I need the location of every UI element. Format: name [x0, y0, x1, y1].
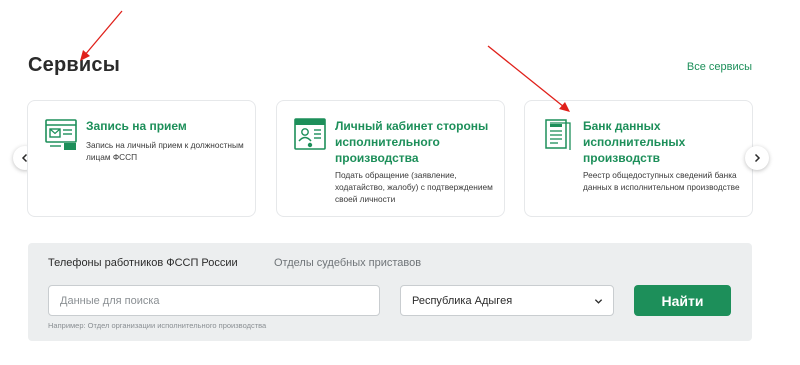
personal-cabinet-icon — [294, 118, 326, 150]
card-title: Личный кабинет стороны исполнительного п… — [335, 119, 489, 165]
search-hint: Например: Отдел организации исполнительн… — [48, 321, 267, 330]
chevron-right-icon — [754, 153, 761, 163]
service-card-database[interactable]: Банк данных исполнительных производств Р… — [524, 100, 753, 217]
carousel-next-button[interactable] — [745, 146, 769, 170]
database-document-icon — [545, 119, 571, 150]
card-title: Банк данных исполнительных производств — [583, 119, 686, 165]
card-description: Подать обращение (заявление, ходатайство… — [335, 170, 493, 204]
card-description: Запись на личный прием к должностным лиц… — [86, 140, 244, 162]
region-select[interactable]: Республика Адыгея — [400, 285, 614, 316]
appointment-icon — [45, 119, 77, 150]
service-card-appointment[interactable]: Запись на прием Запись на личный прием к… — [27, 100, 256, 217]
search-panel: Телефоны работников ФССП России Отделы с… — [28, 243, 752, 341]
find-button[interactable]: Найти — [634, 285, 731, 316]
card-description: Реестр общедоступных сведений банка данн… — [583, 170, 740, 192]
search-input[interactable] — [48, 285, 380, 316]
service-card-personal-cabinet[interactable]: Личный кабинет стороны исполнительного п… — [276, 100, 505, 217]
card-title: Запись на прием — [86, 119, 187, 133]
chevron-down-icon — [594, 299, 603, 304]
tab-bailiff-departments[interactable]: Отделы судебных приставов — [274, 257, 421, 269]
section-title: Сервисы — [28, 54, 120, 76]
tab-staff-phones[interactable]: Телефоны работников ФССП России — [48, 257, 238, 269]
region-select-value: Республика Адыгея — [412, 294, 513, 307]
all-services-link[interactable]: Все сервисы — [687, 61, 752, 73]
